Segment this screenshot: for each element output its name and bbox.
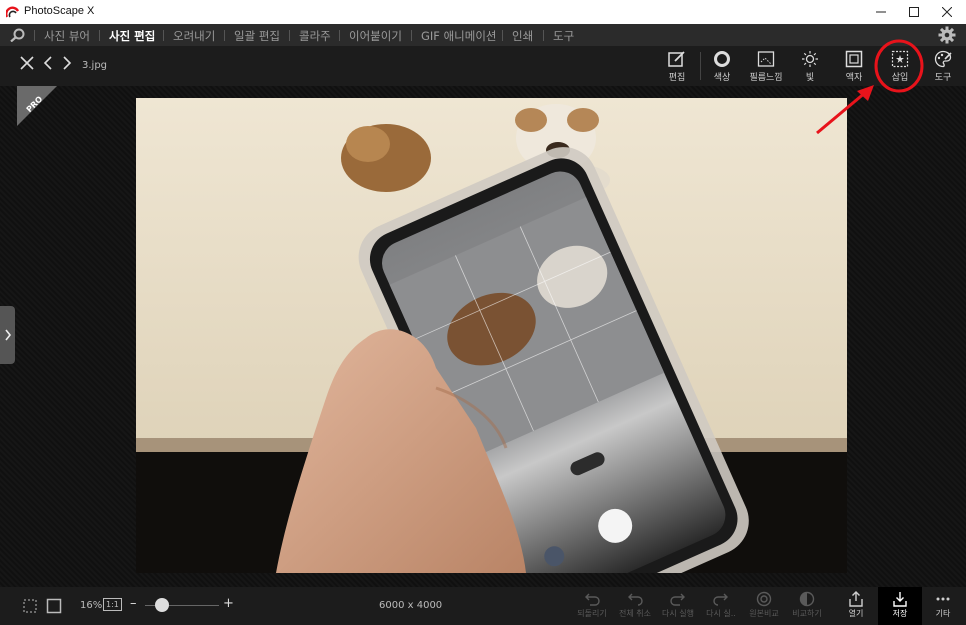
zoom-percent: 16% [80, 600, 103, 611]
photoscape-logo-icon [6, 6, 19, 18]
menu-gif-animation[interactable]: GIF 애니메이션 [421, 28, 496, 44]
more-dots-icon [936, 597, 950, 601]
side-panel-toggle[interactable] [0, 306, 15, 364]
previous-image-icon[interactable] [43, 56, 53, 70]
image-dimensions: 6000 x 4000 [379, 600, 443, 611]
maximize-icon [909, 7, 919, 17]
actual-size-button[interactable]: 1:1 [103, 598, 122, 611]
title-bar: PhotoScape X [0, 0, 966, 24]
photo-image [136, 98, 847, 573]
share-upload-icon [849, 591, 863, 607]
compare-button[interactable]: 비교하기 [785, 591, 829, 619]
redo-icon [670, 593, 685, 606]
chevron-right-icon [4, 329, 11, 341]
minimize-button[interactable] [864, 0, 898, 24]
main-menu-bar: 사진 뷰어 사진 편집 오려내기 일괄 편집 콜라주 이어붙이기 GIF 애니메… [0, 24, 966, 46]
next-image-icon[interactable] [62, 56, 72, 70]
close-image-icon[interactable] [20, 56, 34, 70]
undo-button[interactable]: 되돌리기 [570, 591, 614, 619]
tool-color[interactable]: 색상 [702, 50, 742, 83]
film-icon [757, 51, 775, 67]
file-name: 3.jpg [82, 60, 108, 71]
zoom-out-icon[interactable]: – [130, 596, 137, 611]
status-bar: 16% 1:1 – + 6000 x 4000 되돌리기 전체 취소 다시 실행… [0, 587, 966, 625]
color-circle-icon [714, 51, 730, 67]
pro-badge: PRO [17, 86, 57, 126]
menu-collage[interactable]: 콜라주 [299, 28, 331, 44]
tool-light[interactable]: 빛 [790, 50, 830, 83]
open-button[interactable]: 열기 [834, 591, 878, 619]
close-icon [942, 7, 952, 17]
menu-print[interactable]: 인쇄 [512, 28, 533, 44]
compare-original-button[interactable]: 원본비교 [742, 591, 786, 619]
save-area: 저장 [878, 587, 922, 625]
frame-icon [845, 50, 863, 68]
app-search-logo-icon[interactable] [10, 28, 26, 42]
fit-selection-icon[interactable] [22, 598, 38, 614]
editor-toolbar: 3.jpg 편집 색상 필름느낌 빛 액자 삽입 도구 [0, 46, 966, 86]
save-button[interactable]: 저장 [878, 591, 922, 619]
undo-all-icon [628, 593, 643, 606]
zoom-slider-thumb[interactable] [154, 598, 169, 612]
tool-insert[interactable]: 삽입 [880, 50, 920, 83]
undo-icon [585, 593, 600, 606]
tool-frame[interactable]: 액자 [834, 50, 874, 83]
maximize-button[interactable] [897, 0, 931, 24]
close-window-button[interactable] [930, 0, 964, 24]
undo-all-button[interactable]: 전체 취소 [613, 591, 657, 619]
menu-photo-viewer[interactable]: 사진 뷰어 [44, 28, 90, 44]
compare-original-icon [756, 591, 772, 607]
menu-combine[interactable]: 이어붙이기 [349, 28, 402, 44]
window-title: PhotoScape X [24, 5, 95, 17]
edited-photo[interactable] [136, 98, 847, 573]
redo-button[interactable]: 다시 실행 [656, 591, 700, 619]
tool-tools[interactable]: 도구 [923, 50, 963, 83]
fit-window-icon[interactable] [46, 598, 62, 614]
menu-cut-out[interactable]: 오려내기 [173, 28, 215, 44]
redo-all-button[interactable]: 다시 실.. [699, 591, 743, 619]
tool-film[interactable]: 필름느낌 [746, 50, 786, 83]
edit-icon [668, 51, 685, 67]
redo-all-icon [713, 593, 728, 606]
tool-edit[interactable]: 편집 [657, 50, 697, 83]
insert-icon [891, 50, 909, 68]
palette-tool-icon [934, 50, 952, 68]
settings-gear-icon[interactable] [938, 26, 956, 44]
menu-tools[interactable]: 도구 [553, 28, 574, 44]
more-button[interactable]: 기타 [921, 591, 965, 619]
light-icon [802, 51, 818, 67]
menu-photo-editor[interactable]: 사진 편집 [109, 28, 155, 44]
zoom-in-icon[interactable]: + [223, 596, 234, 611]
menu-batch-edit[interactable]: 일괄 편집 [234, 28, 280, 44]
compare-icon [799, 591, 815, 607]
minimize-icon [876, 11, 886, 13]
save-download-icon [893, 592, 907, 607]
